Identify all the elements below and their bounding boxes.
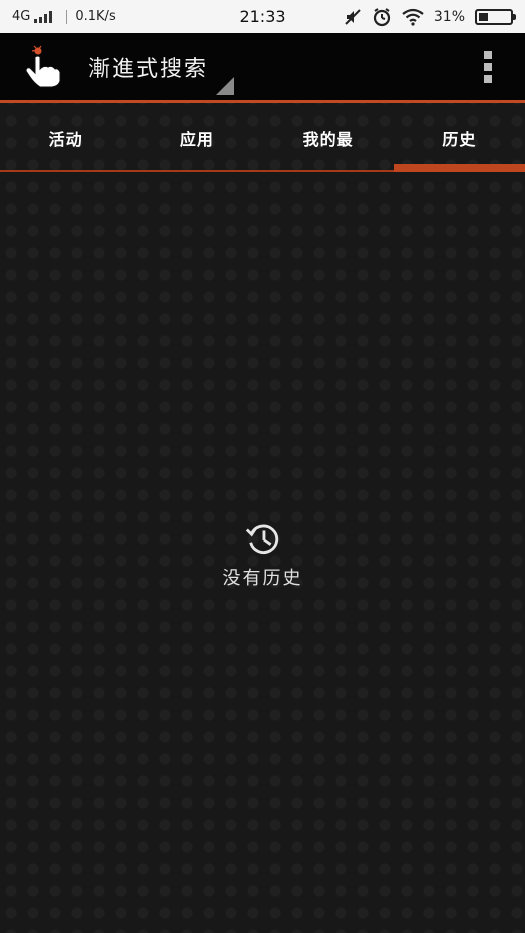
tab-favorites[interactable]: 我的最 (263, 103, 394, 172)
status-left: 4G 0.1K/s (12, 9, 212, 24)
network-speed: 0.1K/s (75, 9, 116, 24)
overflow-menu-icon[interactable] (481, 51, 495, 83)
status-separator (66, 9, 68, 24)
status-bar: 4G 0.1K/s 21:33 31% (0, 0, 525, 33)
status-right: 31% (344, 7, 516, 27)
tab-apps[interactable]: 应用 (131, 103, 262, 172)
signal-icon (34, 10, 53, 23)
battery-percent: 31% (433, 8, 465, 25)
app-title[interactable]: 漸進式搜索 (88, 51, 208, 83)
wifi-icon (402, 8, 424, 26)
tab-active-indicator (394, 164, 525, 172)
empty-state-message: 没有历史 (222, 568, 303, 589)
dropdown-corner-icon[interactable] (216, 77, 234, 95)
tab-activities[interactable]: 活动 (0, 103, 131, 172)
mute-icon (345, 8, 361, 25)
history-clock-icon (245, 524, 278, 554)
tab-bar: 活动 应用 我的最 历史 (0, 103, 525, 172)
screen: 4G 0.1K/s 21:33 31% 漸進式搜索 活动 应用 我的最 历史 没… (0, 0, 525, 933)
pointing-hand-icon[interactable] (20, 45, 64, 89)
battery-icon (475, 8, 516, 25)
action-bar: 漸進式搜索 (0, 33, 525, 101)
network-type: 4G (12, 9, 31, 24)
empty-state: 没有历史 (0, 520, 525, 590)
tab-history[interactable]: 历史 (394, 103, 525, 172)
alarm-icon (373, 7, 390, 26)
